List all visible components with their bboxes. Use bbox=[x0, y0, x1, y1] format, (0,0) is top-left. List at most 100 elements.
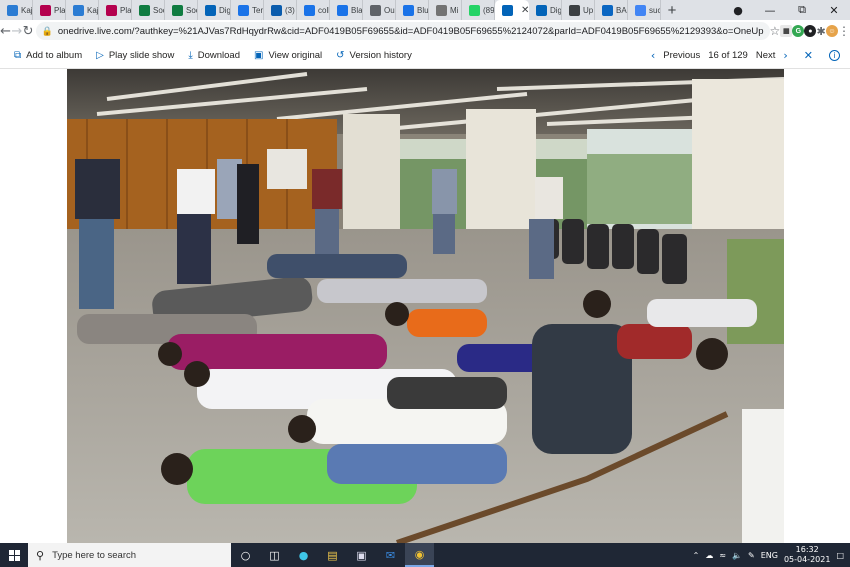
browser-tab[interactable]: Dig bbox=[529, 0, 562, 20]
extensions-puzzle-icon[interactable]: ✱ bbox=[816, 25, 826, 38]
browser-tab[interactable]: (3) bbox=[264, 0, 297, 20]
minimize-icon[interactable]: — bbox=[754, 4, 786, 17]
browser-tab[interactable]: Pla bbox=[33, 0, 66, 20]
pen-icon[interactable]: ✎ bbox=[748, 551, 755, 560]
g-circle-icon bbox=[238, 4, 249, 16]
google-icon bbox=[635, 4, 646, 16]
command-image[interactable]: ▣ View original bbox=[254, 50, 322, 61]
cap-icon bbox=[569, 4, 580, 16]
tab-title: Pla bbox=[120, 5, 131, 15]
linkedin-icon bbox=[602, 4, 613, 16]
photo-position: 16 of 129 bbox=[708, 49, 748, 61]
album-icon: ⧉ bbox=[14, 49, 22, 61]
browser-tab[interactable]: Soc bbox=[165, 0, 198, 20]
browser-tab[interactable]: Mi bbox=[429, 0, 462, 20]
previous-button[interactable]: Previous bbox=[663, 50, 700, 61]
browser-toolbar: ← → ↻ 🔒 onedrive.live.com/?authkey=%21AJ… bbox=[0, 20, 850, 42]
wifi-icon[interactable]: ≈ bbox=[719, 551, 726, 560]
tab-search-icon[interactable]: ● bbox=[722, 4, 754, 17]
task-view-icon[interactable]: ◫ bbox=[260, 543, 289, 567]
browser-tab[interactable]: Ten bbox=[231, 0, 264, 20]
command-label: Download bbox=[197, 49, 240, 61]
profile-avatar[interactable]: ☺ bbox=[826, 25, 838, 37]
m-logo-icon bbox=[40, 4, 51, 16]
tab-title: Mi bbox=[450, 5, 459, 15]
tab-title: Dig bbox=[219, 5, 230, 15]
next-button[interactable]: Next bbox=[756, 50, 776, 61]
file-explorer-icon[interactable]: ▤ bbox=[318, 543, 347, 567]
extension-icon-green[interactable]: G bbox=[792, 25, 805, 37]
close-icon[interactable]: ✕ bbox=[804, 49, 813, 62]
edit-icon bbox=[73, 4, 84, 16]
chevron-right-icon[interactable]: › bbox=[783, 49, 787, 62]
tab-title: Soc bbox=[186, 5, 197, 15]
extension-icon-dark[interactable]: ● bbox=[804, 25, 817, 37]
restore-icon[interactable]: ⧉ bbox=[786, 3, 818, 17]
browser-tab[interactable]: Bla bbox=[330, 0, 363, 20]
address-bar[interactable]: 🔒 onedrive.live.com/?authkey=%21AJVas7Rd… bbox=[35, 22, 770, 40]
taskbar-search[interactable]: ⚲ Type here to search bbox=[28, 543, 231, 567]
browser-tab[interactable]: Ou bbox=[363, 0, 396, 20]
mail-icon[interactable]: ✉ bbox=[376, 543, 405, 567]
back-icon[interactable]: ← bbox=[0, 24, 11, 39]
tab-title: coll bbox=[318, 5, 329, 15]
person-icon bbox=[370, 4, 381, 16]
browser-tab[interactable]: Kaj bbox=[0, 0, 33, 20]
image-icon: ▣ bbox=[253, 49, 264, 61]
search-placeholder: Type here to search bbox=[52, 549, 137, 561]
tab-title: suc bbox=[649, 5, 660, 15]
cloud-icon bbox=[502, 4, 513, 16]
tab-title: Blu bbox=[417, 5, 428, 15]
browser-tab[interactable]: coll bbox=[297, 0, 330, 20]
close-tab-icon[interactable]: ✕ bbox=[521, 5, 529, 16]
chevron-up-icon[interactable]: ⌃ bbox=[693, 551, 700, 560]
browser-tab[interactable]: Pla bbox=[99, 0, 132, 20]
browser-tab[interactable]: ✕ bbox=[495, 0, 529, 20]
new-tab-button[interactable]: + bbox=[661, 0, 683, 20]
chevron-left-icon[interactable]: ‹ bbox=[651, 49, 655, 62]
reload-icon[interactable]: ↻ bbox=[22, 24, 34, 39]
tab-title: Kaj bbox=[21, 5, 32, 15]
chrome-icon[interactable]: ◉ bbox=[405, 543, 434, 567]
bookmark-star-icon[interactable]: ☆ bbox=[770, 24, 781, 38]
edge-icon[interactable]: ● bbox=[289, 543, 318, 567]
browser-tab[interactable]: BAI bbox=[595, 0, 628, 20]
volume-icon[interactable]: 🔈 bbox=[732, 551, 742, 560]
photo-image[interactable] bbox=[67, 69, 784, 543]
info-icon[interactable]: i bbox=[829, 49, 840, 61]
g-circle-icon bbox=[337, 4, 348, 16]
history-icon: ↺ bbox=[336, 49, 345, 61]
browser-tab[interactable]: Kaj bbox=[66, 0, 99, 20]
onedrive-tray-icon[interactable]: ☁ bbox=[705, 551, 713, 560]
tab-title: BAI bbox=[616, 5, 627, 15]
window-controls: ● — ⧉ ✕ bbox=[722, 0, 850, 20]
browser-tab[interactable]: Dig bbox=[198, 0, 231, 20]
photo-viewer bbox=[0, 69, 850, 543]
browser-tab[interactable]: Up bbox=[562, 0, 595, 20]
play-icon: ▷ bbox=[96, 49, 104, 61]
command-download[interactable]: ⤓ Download bbox=[188, 50, 240, 61]
url-text[interactable]: onedrive.live.com/?authkey=%21AJVas7RdHq… bbox=[58, 26, 764, 37]
notification-icon[interactable]: □ bbox=[836, 551, 844, 560]
tab-title: Soc bbox=[153, 5, 164, 15]
tab-title: Kaj bbox=[87, 5, 98, 15]
command-play[interactable]: ▷ Play slide show bbox=[96, 50, 174, 61]
menu-dots-icon[interactable]: ⋮ bbox=[838, 24, 850, 38]
close-window-icon[interactable]: ✕ bbox=[818, 4, 850, 17]
browser-tab[interactable]: suc bbox=[628, 0, 661, 20]
forward-icon[interactable]: → bbox=[11, 24, 22, 39]
browser-tab[interactable]: Soc bbox=[132, 0, 165, 20]
lock-icon[interactable]: 🔒 bbox=[42, 26, 53, 37]
command-album[interactable]: ⧉ Add to album bbox=[14, 50, 82, 61]
tab-title: Ten bbox=[252, 5, 263, 15]
browser-tab[interactable]: Blu bbox=[396, 0, 429, 20]
clock[interactable]: 16:32 05-04-2021 bbox=[784, 545, 831, 565]
extension-icon[interactable]: ▦ bbox=[780, 25, 793, 37]
command-history[interactable]: ↺ Version history bbox=[336, 50, 412, 61]
browser-tab[interactable]: (89 bbox=[462, 0, 495, 20]
store-icon[interactable]: ▣ bbox=[347, 543, 376, 567]
start-button[interactable] bbox=[0, 549, 28, 561]
cortana-icon[interactable]: ○ bbox=[231, 543, 260, 567]
clock-date: 05-04-2021 bbox=[783, 555, 831, 564]
language-indicator[interactable]: ENG bbox=[761, 551, 778, 560]
